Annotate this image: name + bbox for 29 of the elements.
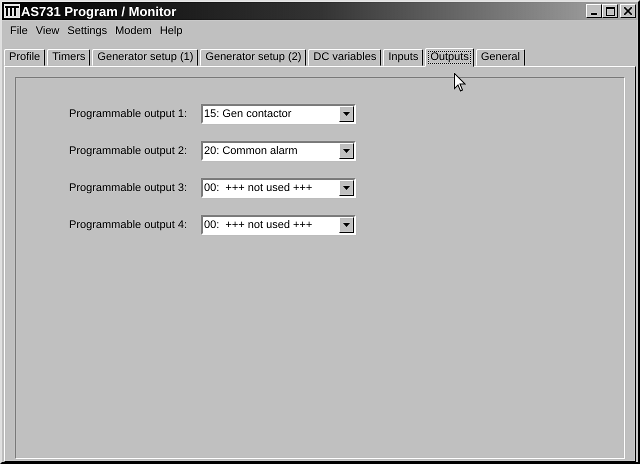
mouse-pointer-icon	[454, 73, 466, 92]
output-dropdown[interactable]: 00: +++ not used +++	[201, 178, 356, 198]
maximize-icon	[606, 6, 614, 16]
output-label: Programmable output 1:	[69, 108, 188, 120]
tab[interactable]: Inputs	[383, 49, 424, 66]
tab[interactable]: DC variables	[308, 49, 382, 66]
app-icon	[4, 4, 20, 18]
output-label: Programmable output 4:	[69, 219, 188, 231]
menu-item[interactable]: View	[32, 25, 64, 37]
menu-item[interactable]: Settings	[63, 25, 112, 37]
output-label: Programmable output 2:	[69, 145, 188, 157]
tab[interactable]: Timers	[47, 49, 90, 66]
output-dropdown[interactable]: 00: +++ not used +++	[201, 215, 356, 235]
output-dropdown[interactable]: 20: Common alarm	[201, 141, 356, 161]
close-icon	[624, 7, 632, 15]
menu-item[interactable]: File	[6, 25, 32, 37]
tab[interactable]: Generator setup (1)	[92, 49, 198, 66]
tab[interactable]: Outputs	[425, 48, 474, 67]
close-button[interactable]	[620, 4, 636, 18]
output-label: Programmable output 3:	[69, 182, 188, 194]
output-dropdown[interactable]: 15: Gen contactor	[201, 104, 356, 124]
tab[interactable]: Generator setup (2)	[200, 49, 306, 66]
window-title: AS731 Program / Monitor	[21, 4, 178, 18]
minimize-button[interactable]	[586, 4, 602, 18]
menu-item[interactable]: Help	[156, 25, 186, 37]
maximize-button[interactable]	[602, 4, 618, 18]
tab[interactable]: General	[476, 49, 525, 66]
tab[interactable]: Profile	[4, 49, 46, 66]
menu-item[interactable]: Modem	[111, 25, 156, 37]
